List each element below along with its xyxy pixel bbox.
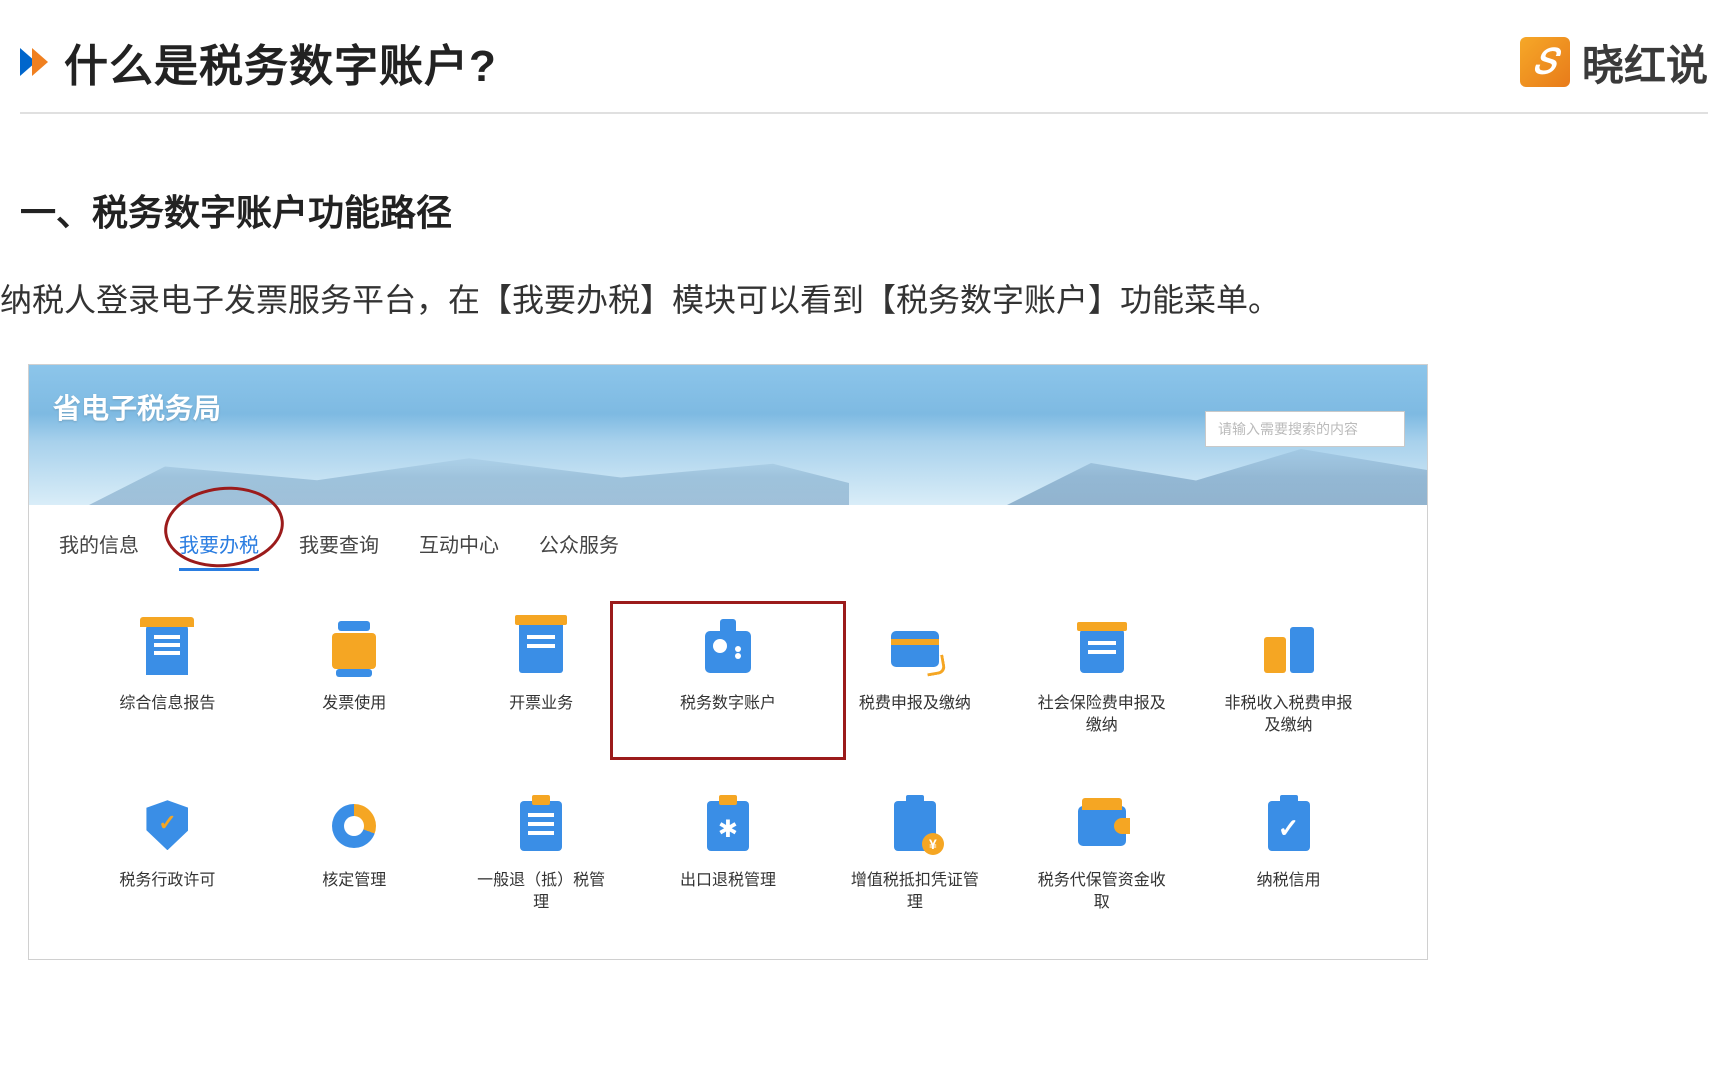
cal-icon [1073, 621, 1131, 679]
brand-text: 晓红说 [1582, 32, 1708, 93]
tile-label: 核定管理 [322, 870, 386, 892]
tile-list[interactable]: 一般退（抵）税管理 [453, 792, 630, 919]
tile-gear[interactable]: 出口退税管理 [640, 792, 817, 919]
tile-doc[interactable]: 综合信息报告 [79, 615, 256, 742]
card-icon [886, 621, 944, 679]
chevron-icon [20, 48, 44, 76]
stack-icon [325, 621, 383, 679]
tile-grid: 综合信息报告 发票使用 开票业务 税务数字账户 税费申报及缴纳 社会保险费申报及缴纳 非税收… [29, 585, 1427, 959]
tab-0[interactable]: 我的信息 [59, 529, 139, 571]
tile-label: 非税收入税费申报及缴纳 [1224, 693, 1354, 736]
tab-4[interactable]: 公众服务 [539, 529, 619, 571]
section-body: 纳税人登录电子发票服务平台，在【我要办税】模块可以看到【税务数字账户】功能菜单。 [0, 236, 1728, 324]
gear-icon [699, 798, 757, 856]
tax-portal-screenshot: 省电子税务局 请输入需要搜索的内容 我的信息我要办税我要查询互动中心公众服务 综… [28, 364, 1428, 960]
slide-header: 什么是税务数字账户? 𝑆 晓红说 [20, 0, 1708, 114]
search-placeholder: 请输入需要搜索的内容 [1218, 419, 1358, 439]
tile-label: 增值税抵扣凭证管理 [850, 870, 980, 913]
pie-icon [325, 798, 383, 856]
tile-label: 发票使用 [322, 693, 386, 715]
tile-label: 税费申报及缴纳 [859, 693, 971, 715]
tile-pie[interactable]: 核定管理 [266, 792, 443, 919]
tile-card[interactable]: 税费申报及缴纳 [826, 615, 1003, 742]
portal-banner: 省电子税务局 请输入需要搜索的内容 [29, 365, 1427, 505]
tile-stack[interactable]: 发票使用 [266, 615, 443, 742]
brand-label: 𝑆 晓红说 [1520, 32, 1708, 93]
coin-icon [886, 798, 944, 856]
tile-label: 纳税信用 [1257, 870, 1321, 892]
tile-shield[interactable]: 税务行政许可 [79, 792, 256, 919]
section-heading: 一、税务数字账户功能路径 [0, 114, 1728, 236]
doc-icon [138, 621, 196, 679]
tile-receipt[interactable]: 开票业务 [453, 615, 630, 742]
tab-3[interactable]: 互动中心 [419, 529, 499, 571]
portal-title: 省电子税务局 [53, 387, 221, 427]
tile-label: 税务数字账户 [680, 693, 776, 715]
tile-cal[interactable]: 社会保险费申报及缴纳 [1013, 615, 1190, 742]
tile-split[interactable]: 非税收入税费申报及缴纳 [1200, 615, 1377, 742]
tab-2[interactable]: 我要查询 [299, 529, 379, 571]
tile-id[interactable]: 税务数字账户 [640, 615, 817, 742]
receipt-icon [512, 621, 570, 679]
tile-wallet[interactable]: 税务代保管资金收取 [1013, 792, 1190, 919]
search-input[interactable]: 请输入需要搜索的内容 [1205, 411, 1405, 447]
tile-label: 综合信息报告 [119, 693, 215, 715]
split-icon [1260, 621, 1318, 679]
tile-check[interactable]: 纳税信用 [1200, 792, 1377, 919]
check-icon [1260, 798, 1318, 856]
tile-label: 社会保险费申报及缴纳 [1037, 693, 1167, 736]
id-icon [699, 621, 757, 679]
tab-1[interactable]: 我要办税 [179, 529, 259, 571]
wallet-icon [1073, 798, 1131, 856]
slide-title: 什么是税务数字账户? [64, 30, 497, 94]
tile-label: 一般退（抵）税管理 [476, 870, 606, 913]
list-icon [512, 798, 570, 856]
tile-label: 税务代保管资金收取 [1037, 870, 1167, 913]
portal-tabs: 我的信息我要办税我要查询互动中心公众服务 [29, 505, 1427, 585]
shield-icon [138, 798, 196, 856]
tile-label: 出口退税管理 [680, 870, 776, 892]
flame-icon: 𝑆 [1520, 37, 1570, 87]
tile-label: 税务行政许可 [119, 870, 215, 892]
tile-coin[interactable]: 增值税抵扣凭证管理 [826, 792, 1003, 919]
tile-label: 开票业务 [509, 693, 573, 715]
